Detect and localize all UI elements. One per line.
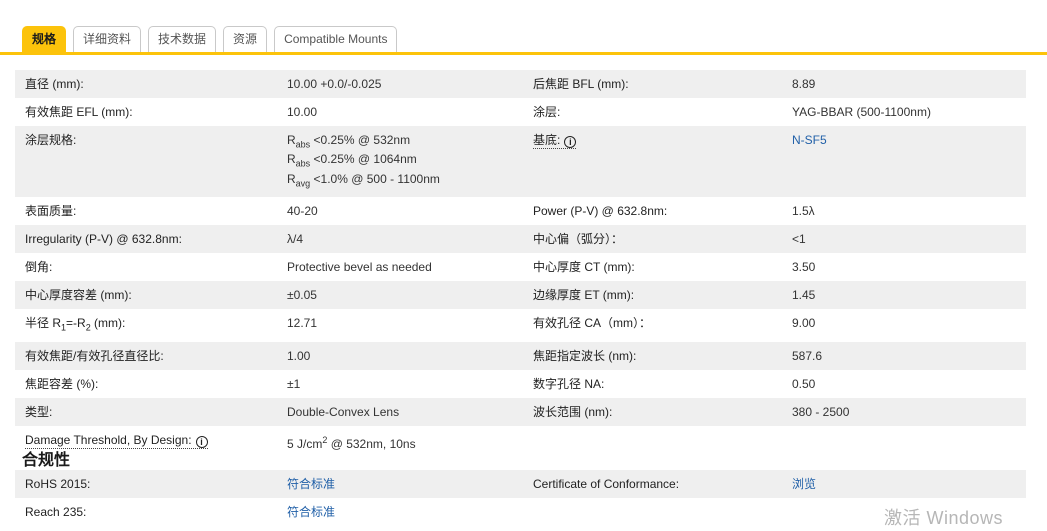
damage-threshold-label: Damage Threshold, By Design:: [25, 432, 192, 447]
spec-value: 1.45: [792, 288, 816, 303]
spec-value: <1: [792, 232, 806, 247]
spec-row-efl: 有效焦距 EFL (mm): 10.00 涂层: YAG-BBAR (500-1…: [15, 98, 1026, 126]
spec-label: 基底: i: [523, 126, 782, 197]
spec-row-radius: 半径 R1=-R2 (mm): 12.71 有效孔径 CA（mm）： 9.00: [15, 309, 1026, 342]
spec-label: 中心偏（弧分）：: [533, 232, 624, 247]
rohs-compliant-link[interactable]: 符合标准: [287, 477, 335, 491]
active-tab-underline: [0, 52, 1047, 55]
info-icon[interactable]: i: [564, 136, 577, 148]
spec-value: 3.50: [792, 260, 816, 275]
compliance-heading: 合规性: [22, 452, 71, 469]
spec-value: Double-Convex Lens: [287, 404, 400, 419]
spec-value: 1.5λ: [792, 204, 815, 219]
spec-value: 40-20: [287, 204, 318, 219]
spec-label: Irregularity (P-V) @ 632.8nm:: [25, 232, 182, 247]
spec-label: 表面质量:: [25, 204, 77, 219]
spec-value: 符合标准: [277, 470, 523, 498]
spec-value: 9.00: [792, 316, 816, 331]
spec-row-irregularity: Irregularity (P-V) @ 632.8nm: λ/4 中心偏（弧分…: [15, 225, 1026, 254]
tab-compatible-mounts[interactable]: Compatible Mounts: [274, 26, 398, 52]
reach-compliant-link[interactable]: 符合标准: [287, 505, 335, 519]
spec-label: 有效焦距 EFL (mm):: [25, 105, 133, 119]
tab-technical-data[interactable]: 技术数据: [148, 26, 217, 52]
spec-label: 焦距容差 (%):: [25, 376, 99, 391]
windows-activation-watermark: 激活 Windows: [884, 508, 1004, 528]
spec-row-damage-threshold: Damage Threshold, By Design: i 5 J/cm2 @ …: [15, 425, 1026, 458]
spec-value: ±1: [287, 376, 301, 391]
compliance-row-reach: Reach 235: 符合标准: [15, 498, 1026, 526]
spec-value: 10.00: [287, 105, 318, 119]
substrate-label: 基底:: [533, 133, 561, 147]
spec-label: RoHS 2015:: [25, 477, 91, 491]
spec-row-type: 类型: Double-Convex Lens 波长范围 (nm): 380 - …: [15, 397, 1026, 426]
spec-value: 0.50: [792, 376, 816, 391]
spec-value: 5 J/cm2 @ 532nm, 10ns: [287, 434, 416, 451]
spec-label: 有效焦距/有效孔径直径比:: [25, 348, 164, 363]
spec-value: 12.71: [287, 316, 318, 331]
spec-value: 符合标准: [277, 498, 523, 526]
spec-value: YAG-BBAR (500-1100nm): [792, 105, 931, 119]
spec-value: N-SF5: [782, 126, 1026, 197]
spec-value: ±0.05: [287, 288, 317, 303]
spec-label: 数字孔径 NA:: [533, 376, 605, 391]
spec-label: Power (P-V) @ 632.8nm:: [533, 204, 668, 219]
spec-label: 边缘厚度 ET (mm):: [533, 288, 635, 303]
spec-label: Reach 235:: [25, 505, 87, 519]
spec-label: 波长范围 (nm):: [533, 404, 613, 419]
spec-label: 类型:: [25, 404, 53, 419]
spec-label: 中心厚度 CT (mm):: [533, 260, 635, 275]
spec-label: 中心厚度容差 (mm):: [25, 288, 132, 303]
tab-bar: 规格 详细资料 技术数据 资源 Compatible Mounts: [22, 26, 398, 52]
spec-label: 涂层规格:: [25, 133, 77, 147]
spec-value: Protective bevel as needed: [287, 260, 432, 275]
spec-label: 直径 (mm):: [25, 77, 84, 91]
spec-label: 有效孔径 CA（mm）：: [533, 316, 651, 331]
spec-label: [523, 498, 782, 526]
spec-label: Certificate of Conformance:: [533, 477, 680, 491]
spec-value: [782, 426, 1026, 458]
spec-value: 浏览: [782, 470, 1026, 498]
spec-row-bevel: 倒角: Protective bevel as needed 中心厚度 CT (…: [15, 253, 1026, 282]
substrate-link[interactable]: N-SF5: [792, 133, 827, 147]
spec-row-diameter: 直径 (mm): 10.00 +0.0/-0.025 后焦距 BFL (mm):…: [15, 70, 1026, 98]
spec-value: 8.89: [792, 77, 816, 91]
spec-label: 倒角:: [25, 260, 53, 275]
spec-label: 后焦距 BFL (mm):: [533, 77, 629, 91]
spec-value: 380 - 2500: [792, 404, 850, 419]
spec-row-surface-quality: 表面质量: 40-20 Power (P-V) @ 632.8nm: 1.5λ: [15, 197, 1026, 226]
spec-label: [523, 426, 782, 458]
spec-row-coating-spec: 涂层规格: Rabs <0.25% @ 532nm Rabs <0.25% @ 1…: [15, 126, 1026, 198]
spec-value: 10.00 +0.0/-0.025: [287, 77, 382, 91]
coc-view-link[interactable]: 浏览: [792, 477, 816, 491]
tab-specs[interactable]: 规格: [22, 26, 67, 52]
spec-value: λ/4: [287, 232, 304, 247]
spec-label: 半径 R1=-R2 (mm):: [25, 316, 126, 333]
info-icon[interactable]: i: [195, 435, 208, 448]
spec-table: 直径 (mm): 10.00 +0.0/-0.025 后焦距 BFL (mm):…: [15, 70, 1026, 458]
spec-value: 1.00: [287, 348, 311, 363]
spec-value: Rabs <0.25% @ 532nm Rabs <0.25% @ 1064nm R…: [287, 133, 440, 189]
tab-details[interactable]: 详细资料: [73, 26, 142, 52]
spec-value: 587.6: [792, 348, 823, 363]
spec-row-ct-tolerance: 中心厚度容差 (mm): ±0.05 边缘厚度 ET (mm): 1.45: [15, 281, 1026, 310]
compliance-row-rohs: RoHS 2015: 符合标准 Certificate of Conforman…: [15, 470, 1026, 498]
compliance-table: RoHS 2015: 符合标准 Certificate of Conforman…: [15, 470, 1026, 526]
spec-label: 涂层:: [533, 105, 561, 119]
spec-row-f-number: 有效焦距/有效孔径直径比: 1.00 焦距指定波长 (nm): 587.6: [15, 341, 1026, 370]
tab-resources[interactable]: 资源: [223, 26, 268, 52]
spec-row-fl-tolerance: 焦距容差 (%): ±1 数字孔径 NA: 0.50: [15, 369, 1026, 398]
spec-label: 焦距指定波长 (nm):: [533, 348, 637, 363]
